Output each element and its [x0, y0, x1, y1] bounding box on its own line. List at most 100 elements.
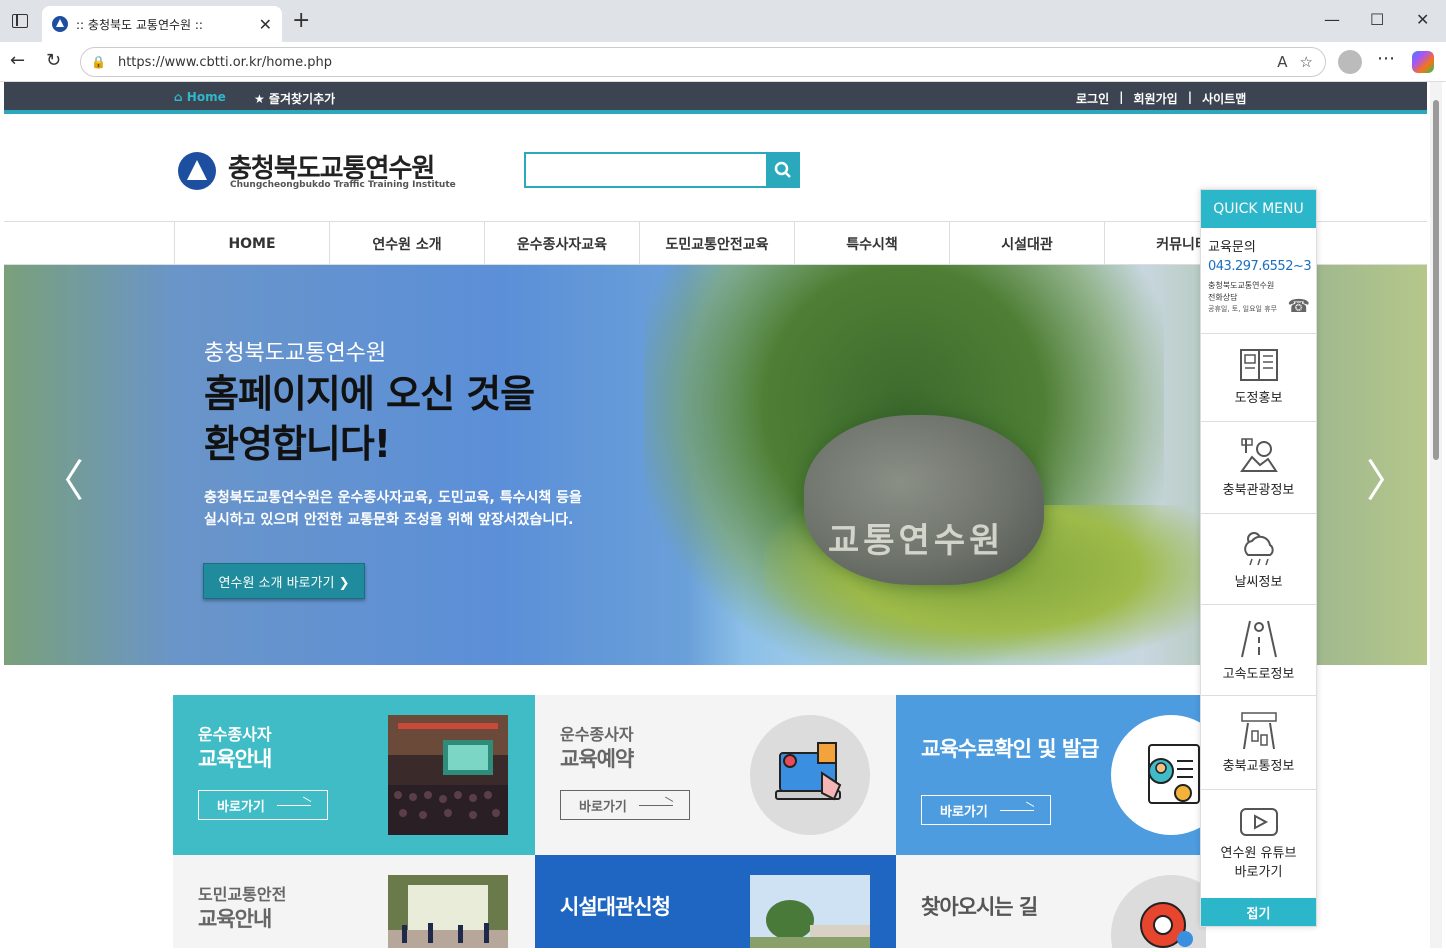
map-pin-icon [1140, 902, 1193, 948]
hero-subtitle: 충청북도교통연수원 [204, 341, 387, 366]
bookmark-link[interactable]: ★ 즐겨찾기추가 [254, 90, 335, 107]
card-circle [1111, 875, 1206, 948]
site-favicon-icon [52, 16, 68, 32]
more-menu-icon[interactable]: ⋯ [1377, 48, 1395, 69]
traffic-road-icon [1240, 712, 1277, 750]
online-reservation-icon [775, 742, 842, 801]
maximize-icon[interactable]: ☐ [1370, 10, 1384, 29]
quick-menu: QUICK MENU 교육문의 043.297.6552~3 충청북도교통연수원… [1200, 189, 1317, 927]
card-title: 도민교통안전 교육안내 [198, 885, 287, 931]
nav-home[interactable]: HOME [174, 222, 329, 265]
minimize-icon[interactable]: — [1324, 10, 1340, 29]
separator: | [1119, 90, 1124, 104]
card-certificate-issue[interactable]: 교육수료확인 및 발급 바로가기 [896, 695, 1206, 855]
card-driver-education-info[interactable]: 운수종사자 교육안내 바로가기 [173, 695, 535, 855]
search-input[interactable] [524, 152, 768, 188]
education-photo [388, 875, 508, 948]
slide-prev-icon[interactable]: 〈 [40, 445, 84, 509]
slide-next-icon[interactable]: 〉 [1366, 445, 1410, 509]
card-facility-rental-request[interactable]: 시설대관신청 [535, 855, 897, 948]
quick-menu-title: QUICK MENU [1201, 190, 1316, 228]
tab-close-icon[interactable]: ✕ [259, 15, 272, 34]
education-contact: 교육문의 043.297.6552~3 충청북도교통연수원 전화상담 공휴일, … [1201, 228, 1316, 334]
new-tab-icon[interactable]: + [292, 10, 310, 32]
contact-label: 교육문의 [1208, 240, 1256, 255]
newspaper-icon [1239, 349, 1278, 381]
quick-menu-fold-button[interactable]: 접기 [1201, 898, 1316, 926]
home-link[interactable]: ⌂ Home [174, 90, 226, 104]
quick-item-weather[interactable]: 날씨정보 [1201, 514, 1316, 605]
card-title: 교육수료확인 및 발급 [921, 737, 1100, 761]
search-icon [774, 161, 791, 178]
card-circle [1111, 715, 1206, 835]
nav-citizen-education[interactable]: 도민교통안전교육 [639, 222, 794, 265]
quick-item-label: 도정홍보 [1234, 391, 1283, 406]
card-citizen-education-info[interactable]: 도민교통안전 교육안내 [173, 855, 535, 948]
back-icon[interactable]: ← [10, 50, 25, 71]
card-more-button[interactable]: 바로가기 [560, 790, 690, 820]
card-circle [750, 715, 870, 835]
logo-subtitle: Chungcheongbukdo Traffic Training Instit… [230, 180, 456, 190]
quick-item-label: 바로가기 [1234, 865, 1283, 880]
hero-title: 홈페이지에 오신 것을 환영합니다! [204, 369, 535, 469]
card-title: 운수종사자 교육예약 [560, 725, 634, 771]
card-driver-education-reservation[interactable]: 운수종사자 교육예약 바로가기 [535, 695, 897, 855]
youtube-play-icon [1239, 808, 1278, 836]
member-links: 로그인 | 회원가입 | 사이트맵 [1076, 90, 1246, 107]
quick-item-label: 연수원 유튜브 [1220, 846, 1297, 861]
favorite-star-icon[interactable]: ☆ [1300, 53, 1313, 71]
tab-title: :: 충청북도 교통연수원 :: [76, 17, 203, 32]
card-title: 찾아오시는 길 [921, 895, 1038, 919]
url-text: https://www.cbtti.or.kr/home.php [117, 54, 332, 70]
nav-driver-education[interactable]: 운수종사자교육 [484, 222, 639, 265]
highway-road-icon [1240, 620, 1277, 657]
quick-item-provincial-pr[interactable]: 도정홍보 [1201, 334, 1316, 422]
card-more-button[interactable]: 바로가기 [921, 795, 1051, 825]
lecture-hall-photo [388, 715, 508, 835]
reload-icon[interactable]: ↻ [46, 50, 61, 71]
hero-stone-text: 교통연수원 [828, 521, 1005, 561]
hero-description: 충청북도교통연수원은 운수종사자교육, 도민교육, 특수시책 등을 실시하고 있… [204, 487, 582, 531]
quick-item-traffic[interactable]: 충북교통정보 [1201, 696, 1316, 790]
card-directions[interactable]: 찾아오시는 길 [896, 855, 1206, 948]
close-window-icon[interactable]: ✕ [1416, 10, 1429, 29]
read-aloud-icon[interactable]: A [1277, 53, 1287, 71]
utility-bar: ⌂ Home ★ 즐겨찾기추가 로그인 | 회원가입 | 사이트맵 [4, 82, 1427, 114]
about-shortcut-button[interactable]: 연수원 소개 바로가기 ❯ [203, 563, 365, 599]
page-scrollbar[interactable] [1430, 82, 1442, 948]
copilot-icon[interactable] [1412, 51, 1434, 73]
card-title: 시설대관신청 [560, 895, 671, 919]
certificate-icon [1148, 744, 1200, 804]
facility-photo [750, 875, 870, 948]
browser-tab[interactable]: :: 충청북도 교통연수원 :: ✕ [42, 6, 282, 42]
hero-title-line: 환영합니다! [204, 422, 391, 466]
quick-item-youtube[interactable]: 연수원 유튜브 바로가기 [1201, 790, 1316, 898]
search-button[interactable] [766, 152, 800, 188]
quick-item-label: 충북관광정보 [1222, 483, 1295, 498]
nav-facility-rental[interactable]: 시설대관 [949, 222, 1104, 265]
quick-item-label: 날씨정보 [1234, 574, 1283, 590]
card-more-button[interactable]: 바로가기 [198, 790, 328, 820]
card-title: 운수종사자 교육안내 [198, 725, 272, 771]
quick-item-tourism[interactable]: 충북관광정보 [1201, 422, 1316, 514]
login-link[interactable]: 로그인 [1076, 90, 1109, 107]
address-bar: ← ↻ 🔒 https://www.cbtti.or.kr/home.php A… [0, 42, 1446, 82]
scroll-thumb[interactable] [1433, 100, 1439, 460]
lock-icon: 🔒 [91, 55, 106, 69]
sitemap-link[interactable]: 사이트맵 [1202, 90, 1246, 107]
hero-description-line: 충청북도교통연수원은 운수종사자교육, 도민교육, 특수시책 등을 [204, 490, 582, 506]
browser-titlebar: :: 충청북도 교통연수원 :: ✕ + — ☐ ✕ [0, 0, 1446, 42]
join-link[interactable]: 회원가입 [1134, 90, 1178, 107]
weather-cloud-icon [1243, 531, 1274, 565]
quick-item-highway[interactable]: 고속도로정보 [1201, 605, 1316, 696]
nav-special-policy[interactable]: 특수시책 [794, 222, 949, 265]
nav-about[interactable]: 연수원 소개 [329, 222, 484, 265]
contact-phone: 043.297.6552~3 [1208, 259, 1312, 274]
logo-icon[interactable] [178, 152, 216, 190]
profile-avatar[interactable] [1338, 50, 1362, 74]
tourism-icon [1239, 438, 1278, 472]
hero-description-line: 실시하고 있으며 안전한 교통문화 조성을 위해 앞장서겠습니다. [204, 512, 574, 528]
tab-actions-icon[interactable] [12, 14, 28, 28]
url-field[interactable]: 🔒 https://www.cbtti.or.kr/home.php A ☆ [80, 47, 1326, 77]
separator: | [1187, 90, 1193, 104]
